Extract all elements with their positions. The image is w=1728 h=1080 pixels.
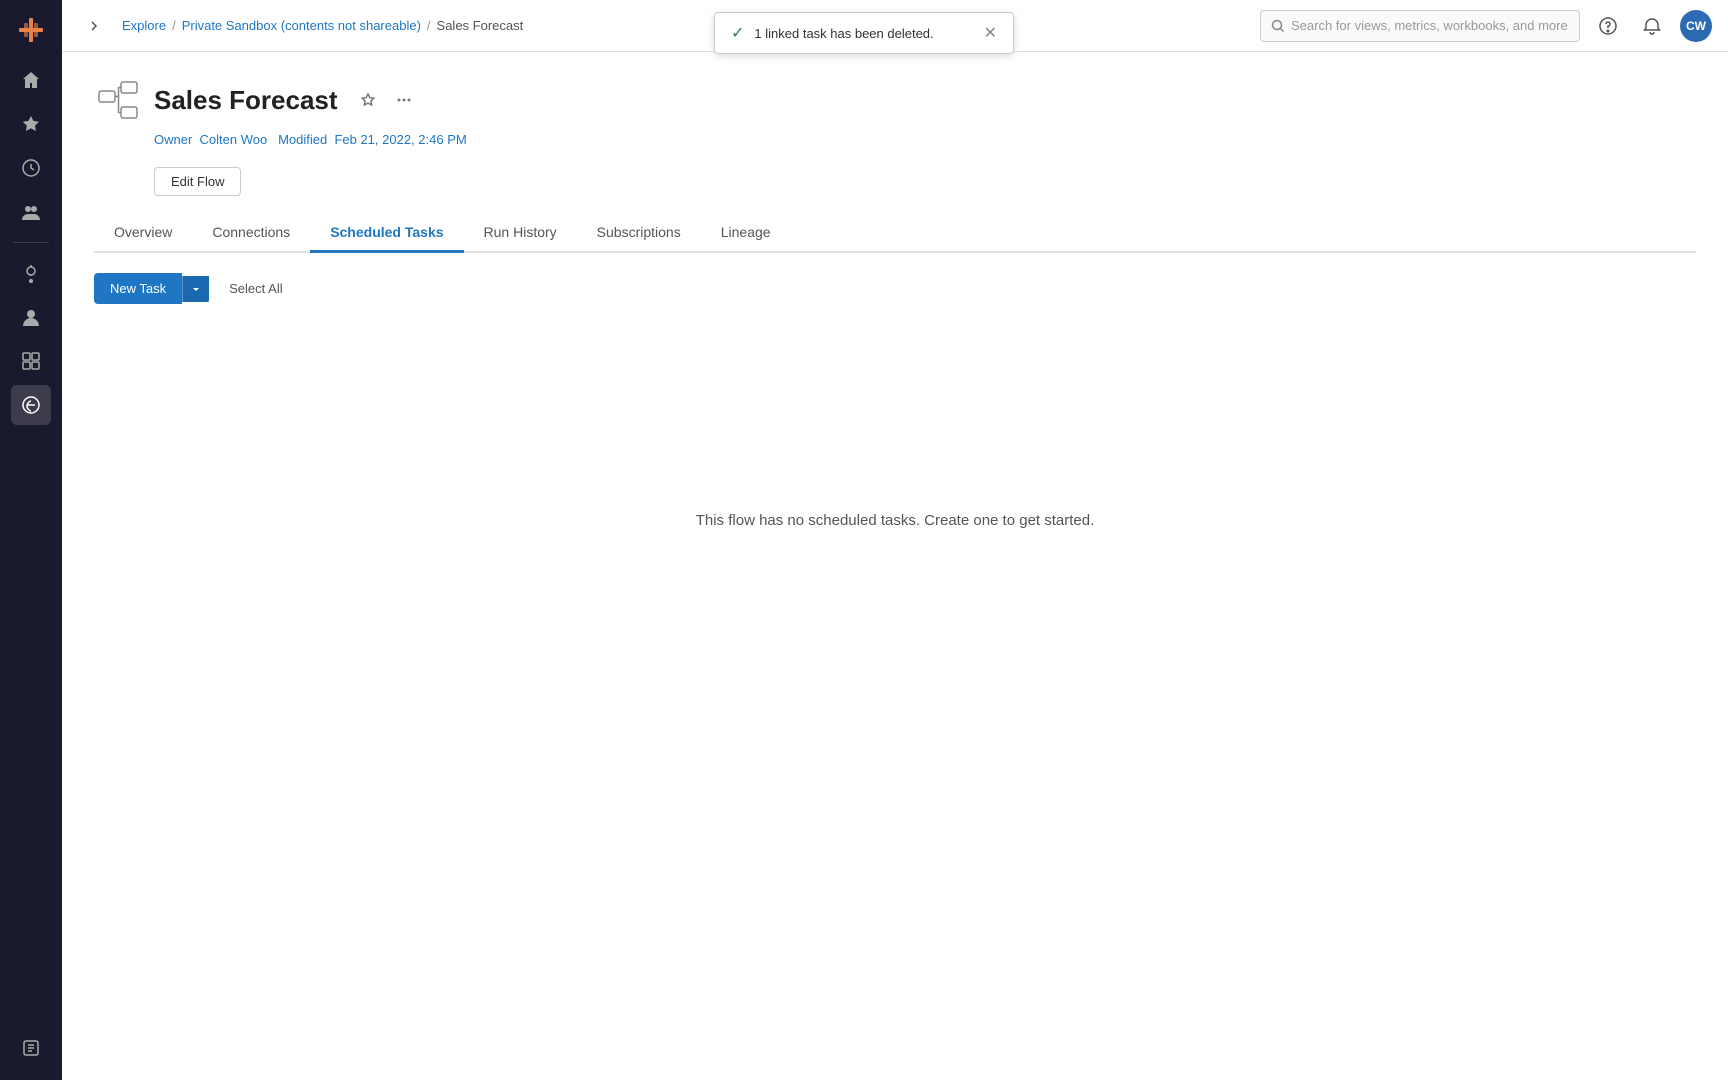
tab-content-scheduled-tasks: New Task Select All This flow has no sch… <box>94 253 1696 720</box>
breadcrumb-explore[interactable]: Explore <box>122 18 166 33</box>
toast-close-button[interactable]: ✕ <box>984 23 997 43</box>
flow-title: Sales Forecast <box>154 85 338 116</box>
sidebar-divider-1 <box>13 242 49 243</box>
toast-message: 1 linked task has been deleted. <box>754 26 933 41</box>
search-bar[interactable]: Search for views, metrics, workbooks, an… <box>1260 10 1580 42</box>
flow-meta: Owner Colten Woo Modified Feb 21, 2022, … <box>154 132 1696 147</box>
sidebar-bottom <box>11 1028 51 1068</box>
page-body: Sales Forecast Owner Colten Wo <box>62 52 1728 1080</box>
search-placeholder: Search for views, metrics, workbooks, an… <box>1291 18 1568 33</box>
nav-toggle-button[interactable] <box>78 10 110 42</box>
tab-lineage[interactable]: Lineage <box>701 216 791 253</box>
breadcrumb-sep-1: / <box>172 18 176 33</box>
main-content: Explore / Private Sandbox (contents not … <box>62 0 1728 1080</box>
groups-icon[interactable] <box>11 192 51 232</box>
toast-check-icon: ✓ <box>731 23 744 43</box>
tab-scheduled-tasks[interactable]: Scheduled Tasks <box>310 216 463 253</box>
user-avatar[interactable]: CW <box>1680 10 1712 42</box>
flow-header: Sales Forecast <box>94 76 1696 124</box>
tabs: OverviewConnectionsScheduled TasksRun Hi… <box>94 216 1696 253</box>
new-task-button[interactable]: New Task <box>94 273 182 304</box>
search-icon <box>1271 19 1285 33</box>
recents-icon[interactable] <box>11 148 51 188</box>
home-icon[interactable] <box>11 60 51 100</box>
collections-icon[interactable] <box>11 341 51 381</box>
toast-notification: ✓ 1 linked task has been deleted. ✕ <box>714 12 1014 54</box>
modified-label: Modified <box>278 132 327 147</box>
breadcrumb-sandbox[interactable]: Private Sandbox (contents not shareable) <box>182 18 421 33</box>
recommendations-icon[interactable] <box>11 253 51 293</box>
new-task-button-group: New Task <box>94 273 209 304</box>
tab-subscriptions[interactable]: Subscriptions <box>577 216 701 253</box>
owner-link[interactable]: Colten Woo <box>200 132 268 147</box>
sidebar <box>0 0 62 1080</box>
breadcrumb-sep-2: / <box>427 18 431 33</box>
edit-flow-button[interactable]: Edit Flow <box>154 167 241 196</box>
favorite-button[interactable] <box>354 86 382 114</box>
external-icon[interactable] <box>11 385 51 425</box>
new-task-dropdown-button[interactable] <box>182 276 209 302</box>
help-button[interactable] <box>1592 10 1624 42</box>
empty-state-message: This flow has no scheduled tasks. Create… <box>696 512 1095 529</box>
user-icon[interactable] <box>11 297 51 337</box>
nav-right: Search for views, metrics, workbooks, an… <box>1260 10 1712 42</box>
breadcrumb-current: Sales Forecast <box>437 18 524 33</box>
tab-connections[interactable]: Connections <box>192 216 310 253</box>
more-options-button[interactable] <box>390 86 418 114</box>
flow-title-actions <box>354 86 418 114</box>
tab-overview[interactable]: Overview <box>94 216 192 253</box>
breadcrumb: Explore / Private Sandbox (contents not … <box>122 18 1248 33</box>
modified-date: Feb 21, 2022, 2:46 PM <box>334 132 466 147</box>
tableau-logo[interactable] <box>13 12 49 48</box>
toolbar: New Task Select All <box>94 273 1696 304</box>
empty-state: This flow has no scheduled tasks. Create… <box>94 320 1696 720</box>
favorites-icon[interactable] <box>11 104 51 144</box>
owner-label: Owner <box>154 132 192 147</box>
notifications-button[interactable] <box>1636 10 1668 42</box>
tasks-icon[interactable] <box>11 1028 51 1068</box>
flow-icon <box>94 76 142 124</box>
tab-run-history[interactable]: Run History <box>464 216 577 253</box>
select-all-button[interactable]: Select All <box>217 275 294 302</box>
